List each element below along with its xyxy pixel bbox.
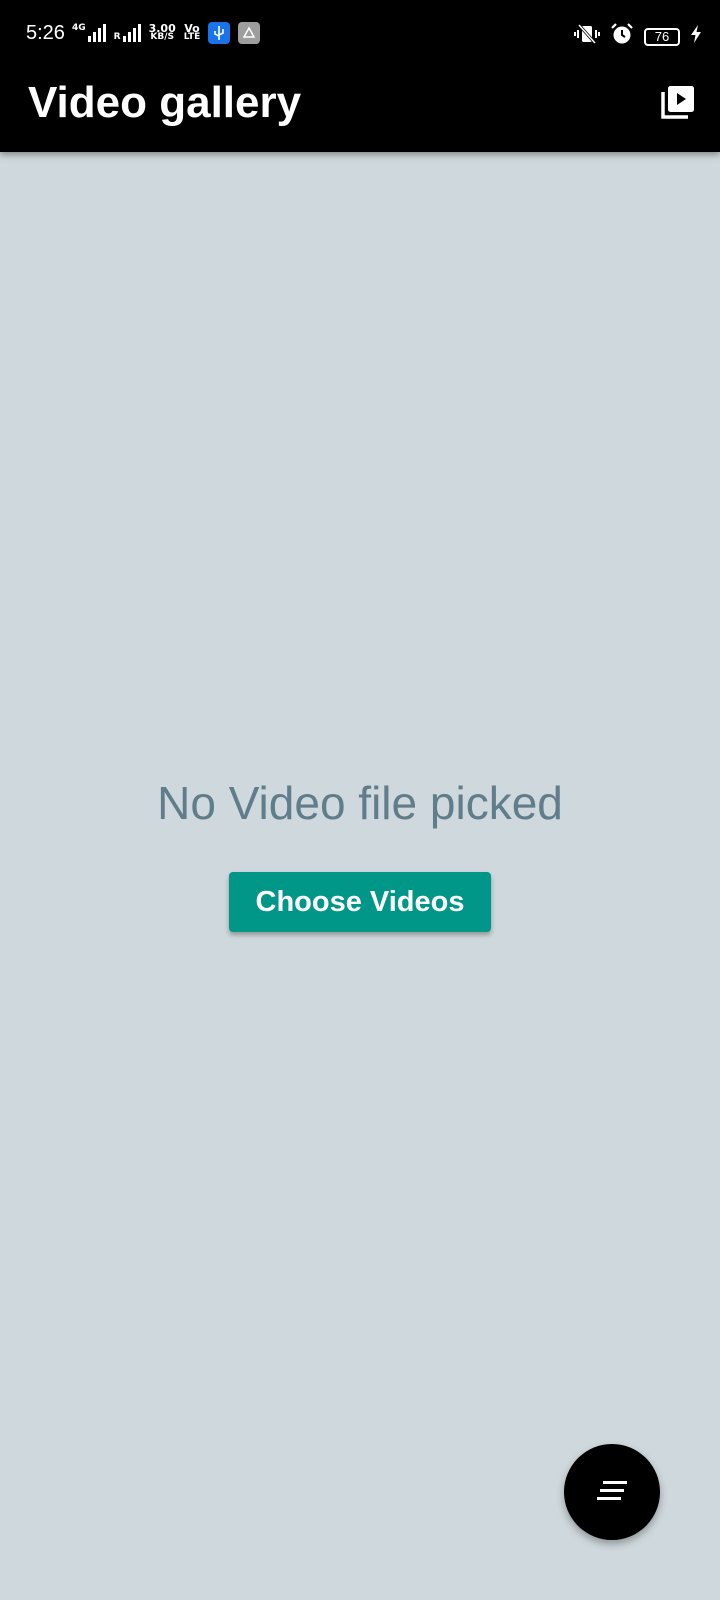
choose-videos-button[interactable]: Choose Videos: [229, 872, 491, 932]
fab-button[interactable]: [564, 1444, 660, 1540]
status-left-icons: 4G R 3.00 KB/S Vo LTE: [72, 22, 261, 44]
network-r-label: R: [113, 32, 121, 42]
empty-state-message: No Video file picked: [157, 777, 563, 829]
alarm-icon: [610, 22, 634, 51]
notes-icon: [595, 1480, 629, 1505]
network-4g-label: 4G: [72, 23, 86, 33]
charging-icon: [690, 25, 702, 48]
video-library-icon[interactable]: [660, 84, 696, 120]
signal-icon: 4G: [72, 24, 106, 42]
app-bar: Video gallery: [0, 70, 720, 152]
usb-icon: [208, 22, 231, 44]
status-bar: 5:26 4G R 3.00 KB/S Vo LTE 76: [0, 0, 720, 70]
volte-indicator: Vo LTE: [183, 23, 201, 42]
speed-unit: KB/S: [150, 32, 174, 42]
signal-icon: R: [114, 24, 141, 42]
battery-icon: 76: [644, 27, 680, 46]
network-speed: 3.00 KB/S: [149, 23, 176, 42]
status-right-icons: 76: [574, 22, 702, 51]
page-title: Video gallery: [28, 78, 302, 127]
battery-level: 76: [654, 29, 670, 44]
vibrate-icon: [574, 23, 600, 50]
drive-icon: [238, 22, 261, 44]
status-time: 5:26: [26, 22, 65, 44]
volte-bottom: LTE: [183, 32, 201, 42]
